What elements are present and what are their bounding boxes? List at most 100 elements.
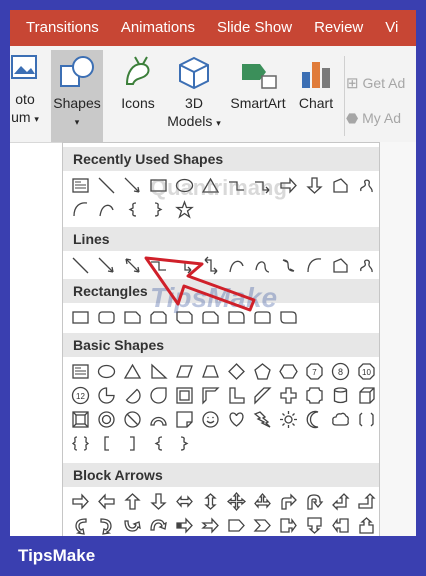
shape-arrowline-icon[interactable] (119, 173, 145, 197)
shape-snip1-icon[interactable] (119, 305, 145, 329)
shapes-button[interactable]: Shapes ▾ (51, 50, 103, 142)
shape-arrLR-icon[interactable] (171, 489, 197, 513)
shape-T1-icon[interactable]: 8 (327, 359, 353, 383)
shape-cube-icon[interactable] (353, 383, 379, 407)
shape-arrL-icon[interactable] (93, 489, 119, 513)
shape-scribble-icon[interactable] (353, 173, 379, 197)
shape-curve-icon[interactable] (223, 253, 249, 277)
shape-calloutD-icon[interactable] (301, 513, 327, 536)
shape-plaque-icon[interactable] (301, 383, 327, 407)
shape-parallelogram-icon[interactable] (171, 359, 197, 383)
shape-lshape-icon[interactable] (223, 383, 249, 407)
shape-oval-icon[interactable] (93, 359, 119, 383)
shape-heart-icon[interactable] (223, 407, 249, 431)
shape-textbox-icon[interactable] (67, 173, 93, 197)
shape-lbrace-icon[interactable] (119, 197, 145, 221)
shape-smiley-icon[interactable] (197, 407, 223, 431)
shape-T0-icon[interactable]: 7 (301, 359, 327, 383)
shape-triangle-icon[interactable] (119, 359, 145, 383)
shape-chevron-icon[interactable] (249, 513, 275, 536)
shape-arrowline-icon[interactable] (93, 253, 119, 277)
shape-rtriangle-icon[interactable] (145, 359, 171, 383)
my-addins-button[interactable]: ⬣ My Ad (346, 110, 401, 127)
shape-arrCurvU-icon[interactable] (119, 513, 145, 536)
tab-animations[interactable]: Animations (110, 10, 206, 46)
shape-sun-icon[interactable] (275, 407, 301, 431)
shape-line-icon[interactable] (93, 173, 119, 197)
tab-slide-show[interactable]: Slide Show (206, 10, 303, 46)
photo-album-button[interactable]: oto um ▾ (10, 52, 48, 128)
shape-blockarc-icon[interactable] (145, 407, 171, 431)
shape-bracepair-icon[interactable] (67, 431, 93, 455)
shape-T2-icon[interactable]: 10 (353, 359, 379, 383)
shape-moon-icon[interactable] (301, 407, 327, 431)
shape-arrBent-icon[interactable] (275, 489, 301, 513)
3d-models-button[interactable]: 3D Models ▾ (162, 54, 226, 132)
shape-elbowdbl-icon[interactable] (197, 253, 223, 277)
shape-arrUturn-icon[interactable] (301, 489, 327, 513)
shape-cloud-icon[interactable] (327, 407, 353, 431)
shape-T3-icon[interactable]: 12 (67, 383, 93, 407)
smartart-button[interactable]: SmartArt (224, 54, 292, 112)
shape-arrQuad-icon[interactable] (223, 489, 249, 513)
chart-button[interactable]: Chart (290, 54, 342, 112)
shape-donut-icon[interactable] (93, 407, 119, 431)
shape-curvearrow-icon[interactable] (249, 253, 275, 277)
shape-plus-icon[interactable] (275, 383, 301, 407)
shape-arrStriped-icon[interactable] (171, 513, 197, 536)
shape-freeform-icon[interactable] (327, 253, 353, 277)
shape-lightning-icon[interactable] (249, 407, 275, 431)
shape-arrD-icon[interactable] (301, 173, 327, 197)
shape-pentagonArr-icon[interactable] (223, 513, 249, 536)
shape-rbrace-icon[interactable] (171, 431, 197, 455)
shape-arrR-icon[interactable] (67, 489, 93, 513)
tab-view[interactable]: Vi (374, 10, 409, 46)
shape-foldcorner-icon[interactable] (171, 407, 197, 431)
shape-calloutL-icon[interactable] (327, 513, 353, 536)
shape-line-icon[interactable] (67, 253, 93, 277)
shape-bevel-icon[interactable] (67, 407, 93, 431)
shape-pie-icon[interactable] (93, 383, 119, 407)
shape-textbox-icon[interactable] (67, 359, 93, 383)
tab-review[interactable]: Review (303, 10, 374, 46)
shape-calloutR-icon[interactable] (275, 513, 301, 536)
shape-arrD-icon[interactable] (145, 489, 171, 513)
shape-arrLRU-icon[interactable] (249, 489, 275, 513)
shape-elbowarrow-icon[interactable] (171, 253, 197, 277)
get-addins-button[interactable]: ⊞ Get Ad (346, 74, 405, 92)
shape-pentagon-icon[interactable] (249, 359, 275, 383)
shape-scribble-icon[interactable] (353, 253, 379, 277)
shape-arrUD-icon[interactable] (197, 489, 223, 513)
shape-diagstripe-icon[interactable] (249, 383, 275, 407)
shape-halfframe-icon[interactable] (197, 383, 223, 407)
shape-arrBentUp-icon[interactable] (353, 489, 379, 513)
shape-arrCurvD-icon[interactable] (145, 513, 171, 536)
shape-curvedbl-icon[interactable] (275, 253, 301, 277)
shape-hexagon-icon[interactable] (275, 359, 301, 383)
shape-rect-icon[interactable] (67, 305, 93, 329)
shape-nosymbol-icon[interactable] (119, 407, 145, 431)
shape-arrU-icon[interactable] (119, 489, 145, 513)
shape-lbracket-icon[interactable] (93, 431, 119, 455)
shape-lbrace-icon[interactable] (145, 431, 171, 455)
shape-roundrect-icon[interactable] (93, 305, 119, 329)
shape-frame-icon[interactable] (171, 383, 197, 407)
shape-trapezoid-icon[interactable] (197, 359, 223, 383)
shape-rbracket-icon[interactable] (119, 431, 145, 455)
shape-arc-icon[interactable] (67, 197, 93, 221)
shape-rnddiag-icon[interactable] (275, 305, 301, 329)
shape-curve-icon[interactable] (93, 197, 119, 221)
shape-teardrop-icon[interactable] (145, 383, 171, 407)
shape-freeform-icon[interactable] (327, 173, 353, 197)
shape-arrCurvR-icon[interactable] (67, 513, 93, 536)
shape-arrNotched-icon[interactable] (197, 513, 223, 536)
shape-arrCurvL-icon[interactable] (93, 513, 119, 536)
shape-dblarrow-icon[interactable] (119, 253, 145, 277)
shape-calloutU-icon[interactable] (353, 513, 379, 536)
shape-arrLU-icon[interactable] (327, 489, 353, 513)
shape-chord-icon[interactable] (119, 383, 145, 407)
shape-can-icon[interactable] (327, 383, 353, 407)
icons-button[interactable]: Icons (112, 54, 164, 112)
shape-elbow-icon[interactable] (145, 253, 171, 277)
shape-diamond-icon[interactable] (223, 359, 249, 383)
